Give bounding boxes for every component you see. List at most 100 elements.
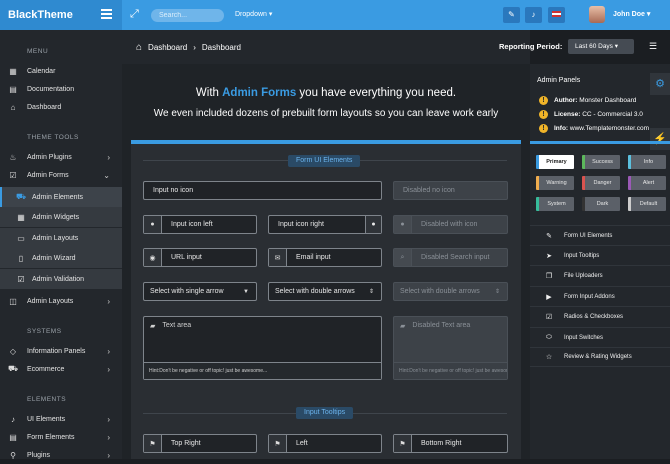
check-square-icon: ☑ — [17, 274, 25, 284]
sidebar-item-admin-plugins[interactable]: ♨ Admin Plugins › — [0, 148, 122, 166]
color-warning-button[interactable]: Warning — [536, 176, 574, 190]
link-form-ui-elements[interactable]: ✎ Form UI Elements — [530, 225, 670, 245]
info-license: ! License: CC - Commercial 3.0 — [539, 110, 643, 119]
color-alert-button[interactable]: Alert — [628, 176, 666, 190]
warning-icon: ! — [539, 96, 548, 105]
color-system-button[interactable]: System — [536, 197, 574, 211]
tooltip-bottom-right-input[interactable]: ⚑ Bottom Right — [393, 434, 508, 453]
url-input[interactable]: ◉ URL input — [143, 248, 257, 267]
wrench-icon[interactable]: ✎ — [503, 7, 520, 23]
reporting-period-select[interactable]: Last 60 Days ▾ — [568, 39, 634, 54]
sidebar-item-label: Admin Elements — [32, 193, 83, 201]
tooltip-top-right-input[interactable]: ⚑ Top Right — [143, 434, 257, 453]
magic-wand-icon[interactable]: ⚡ — [650, 128, 670, 150]
sidebar-item-ecommerce[interactable]: ⛟ Ecommerce › — [0, 360, 122, 378]
input-no-icon[interactable]: Input no icon — [143, 181, 382, 200]
updown-icon: ⇕ — [494, 289, 500, 295]
input-icon-right[interactable]: Input icon right ● — [268, 215, 382, 234]
chevron-right-icon: › — [193, 43, 196, 52]
sidebar-item-ui-elements[interactable]: ♪ UI Elements › — [0, 410, 122, 428]
hero-title: With Admin Forms you have everything you… — [195, 87, 457, 99]
sidebar-item-form-elements[interactable]: ▤ Form Elements › — [0, 428, 122, 446]
sidebar-item-label: Admin Forms — [27, 171, 69, 179]
sidebar-item-label: Admin Validation — [32, 275, 85, 283]
tooltip-left-input[interactable]: ⚑ Left — [268, 434, 382, 453]
user-menu[interactable]: John Doe ▾ — [613, 10, 650, 18]
color-success-button[interactable]: Success — [582, 155, 620, 169]
search-input[interactable] — [151, 9, 224, 22]
color-default-button[interactable]: Default — [628, 197, 666, 211]
envelope-icon: ✉ — [269, 249, 287, 266]
sidebar-subitem-admin-layouts[interactable]: ▭ Admin Layouts — [0, 228, 122, 248]
select-single-arrow[interactable]: Select with single arrow ▼ — [143, 282, 257, 301]
sidebar-item-calendar[interactable]: ▦ Calendar — [0, 62, 122, 80]
disabled-with-icon: ● Disabled with icon — [393, 215, 508, 234]
avatar[interactable] — [589, 6, 605, 23]
link-input-switches[interactable]: ⬭ Input Switches — [530, 327, 670, 347]
info-author: ! Author: Monster Dashboard — [539, 96, 636, 105]
sidebar-item-label: Form Elements — [27, 433, 75, 441]
menu-icon[interactable]: ☰ — [649, 41, 657, 52]
calendar-icon: ▦ — [17, 212, 25, 222]
chevron-right-icon: › — [107, 414, 110, 424]
sidebar-item-label: UI Elements — [27, 415, 66, 423]
gear-icon[interactable]: ⚙ — [650, 73, 670, 95]
diamond-icon: ◇ — [9, 346, 17, 356]
sidebar-item-label: Calendar — [27, 67, 56, 75]
chevron-down-icon: ▼ — [243, 288, 249, 295]
sidebar-subitem-admin-wizard[interactable]: ▯ Admin Wizard — [0, 248, 122, 268]
bell-icon: ♪ — [11, 414, 15, 424]
flag-icon: ⚑ — [144, 435, 162, 452]
dropdown-menu[interactable]: Dropdown ▾ — [235, 10, 272, 18]
sidebar-section-theme-tools: THEME TOOLS — [27, 134, 79, 141]
breadcrumb: ⌂ Dashboard › Dashboard — [136, 42, 241, 53]
flag-icon[interactable] — [548, 7, 565, 23]
sidebar-section-elements: ELEMENTS — [27, 396, 67, 403]
sidebar-subitem-admin-validation[interactable]: ☑ Admin Validation — [0, 269, 122, 289]
warning-icon: ! — [539, 124, 548, 133]
sidebar-item-label: Plugins — [27, 451, 50, 459]
sidebar-item-admin-layouts[interactable]: ◫ Admin Layouts › — [0, 292, 122, 310]
link-form-input-addons[interactable]: ▶ Form Input Addons — [530, 286, 670, 306]
sidebar-subitem-admin-elements[interactable]: ⛟ Admin Elements — [0, 187, 122, 207]
section-title-form-ui: Form UI Elements — [288, 155, 361, 167]
search-icon: ⌕ — [394, 249, 412, 266]
fullscreen-icon[interactable]: ⤢ — [130, 8, 139, 21]
globe-icon: ◉ — [144, 249, 162, 266]
flag-icon: ⚑ — [269, 435, 287, 452]
sidebar-subitem-admin-widgets[interactable]: ▦ Admin Widgets — [0, 207, 122, 227]
sidebar-item-information-panels[interactable]: ◇ Information Panels › — [0, 342, 122, 360]
link-review-rating-widgets[interactable]: ☆ Review & Rating Widgets — [530, 347, 670, 367]
sidebar-item-admin-forms[interactable]: ☑ Admin Forms ⌄ — [0, 166, 122, 184]
email-input[interactable]: ✉ Email input — [268, 248, 382, 267]
bell-icon[interactable]: ♪ — [525, 7, 542, 23]
input-icon-left[interactable]: ● Input icon left — [143, 215, 257, 234]
comment-icon: ▰ — [400, 323, 406, 330]
user-icon: ● — [365, 216, 381, 233]
play-square-icon: ▶ — [546, 293, 552, 301]
sidebar-toggle-icon[interactable] — [101, 9, 112, 19]
link-radios-checkboxes[interactable]: ☑ Radios & Checkboxes — [530, 306, 670, 326]
sidebar-item-label: Admin Wizard — [32, 254, 76, 262]
star-icon: ☆ — [545, 354, 553, 361]
calendar-icon: ▦ — [9, 66, 17, 76]
link-file-uploaders[interactable]: ❐ File Uploaders — [530, 265, 670, 285]
textarea[interactable]: ▰ Text area Hint:Don't be negative or off … — [143, 316, 382, 380]
cart-icon: ⛟ — [8, 364, 19, 373]
color-primary-button[interactable]: Primary — [536, 155, 574, 169]
select-double-arrows[interactable]: Select with double arrows ⇕ — [268, 282, 382, 301]
select-double-arrows-disabled: Select with double arrows ⇕ — [393, 282, 508, 301]
breadcrumb-root[interactable]: Dashboard — [148, 43, 187, 52]
sidebar-item-plugins[interactable]: ⚲ Plugins › — [0, 446, 122, 464]
book-icon: ▤ — [9, 84, 17, 94]
color-info-button[interactable]: Info — [628, 155, 666, 169]
home-icon[interactable]: ⌂ — [136, 42, 142, 53]
brand-logo[interactable]: BlackTheme — [0, 0, 122, 30]
hero-accent[interactable]: Admin Forms — [222, 87, 296, 99]
sidebar-item-dashboard[interactable]: ⌂ Dashboard — [0, 98, 122, 116]
color-dark-button[interactable]: Dark — [582, 197, 620, 211]
brand-name: BlackTheme — [8, 9, 73, 21]
color-danger-button[interactable]: Danger — [582, 176, 620, 190]
link-input-tooltips[interactable]: ➤ Input Tooltips — [530, 245, 670, 265]
sidebar-item-documentation[interactable]: ▤ Documentation — [0, 80, 122, 98]
